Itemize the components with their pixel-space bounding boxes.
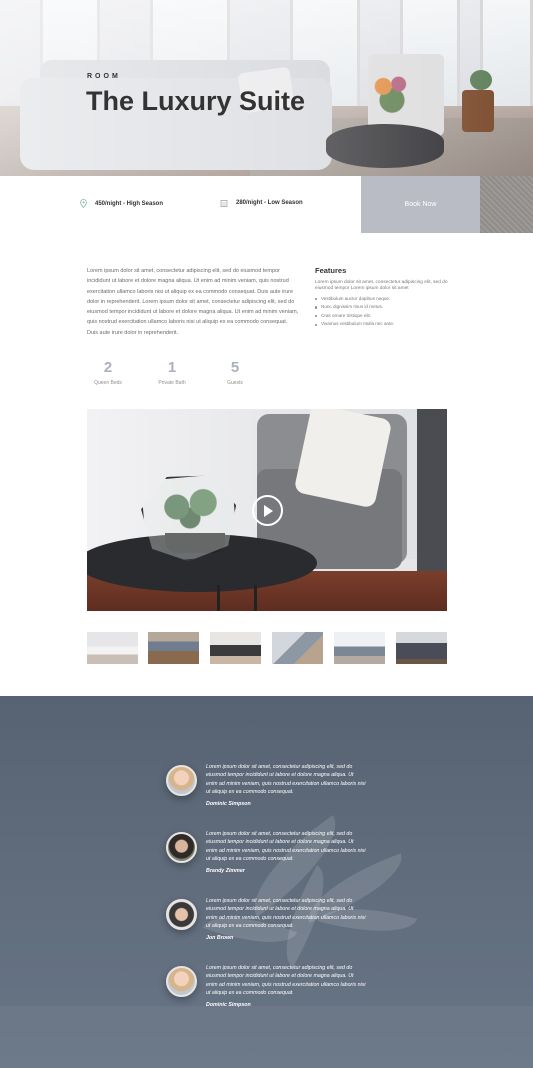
building-icon [220, 200, 228, 207]
testimonial-quote: Lorem ipsum dolor sit amet, consectetur … [206, 898, 366, 930]
testimonial-author: Dominic Simpson [206, 801, 251, 807]
features-title: Features [315, 266, 347, 275]
stat-label: Queen Beds [94, 380, 122, 386]
room-stats: 2 Queen Beds 1 Private Bath 5 Guests [87, 360, 277, 390]
gallery-thumbnail-living[interactable] [272, 632, 323, 664]
hero-eyebrow: ROOM [87, 73, 121, 80]
stat-value: 5 [230, 359, 240, 376]
testimonial: Lorem ipsum dolor sit amet, consectetur … [166, 830, 366, 890]
avatar [166, 765, 197, 796]
testimonial-quote: Lorem ipsum dolor sit amet, consectetur … [206, 831, 366, 863]
stat-label: Private Bath [158, 380, 186, 386]
gallery-thumbnail-dining[interactable] [148, 632, 199, 664]
stat-queen-beds: 2 Queen Beds [83, 359, 133, 387]
gallery-thumbnail-lounge[interactable] [334, 632, 385, 664]
room-video[interactable] [87, 409, 447, 611]
testimonial: Lorem ipsum dolor sit amet, consectetur … [166, 964, 366, 1024]
play-button[interactable] [252, 495, 283, 526]
testimonials-section: Lorem ipsum dolor sit amet, consectetur … [0, 696, 533, 1068]
stat-value: 1 [167, 359, 177, 376]
avatar [166, 966, 197, 997]
gallery-thumbnail-bedroom[interactable] [87, 632, 138, 664]
features-panel: Features Lorem ipsum dolor sit amet, con… [315, 266, 450, 329]
gallery-thumbnail-bedroom-dark[interactable] [396, 632, 447, 664]
room-description: Lorem ipsum dolor sit amet, consectetur … [87, 268, 299, 336]
list-item: Vivamus vestibulum ntulla nec ante. [315, 320, 450, 329]
features-intro: Lorem ipsum dolor sit amet, consectetur … [315, 280, 448, 292]
testimonial: Lorem ipsum dolor sit amet, consectetur … [166, 897, 366, 957]
testimonial-author: Brandy Zimmer [206, 868, 245, 874]
stat-label: Guests [227, 380, 243, 386]
testimonial-author: Jon Brown [206, 935, 234, 941]
avatar [166, 899, 197, 930]
low-season-price: 280/night - Low Season [220, 199, 303, 207]
rug-photo [480, 176, 533, 233]
book-now-block: Book Now [361, 176, 533, 233]
testimonial: Lorem ipsum dolor sit amet, consectetur … [166, 763, 366, 823]
low-season-label: 280/night - Low Season [236, 200, 303, 206]
room-page: ROOM The Luxury Suite 450/night - High S… [0, 0, 533, 1068]
stat-guests: 5 Guests [210, 359, 260, 387]
stat-value: 2 [103, 359, 113, 376]
location-pin-icon [80, 199, 87, 208]
book-now-button[interactable]: Book Now [361, 176, 480, 233]
avatar [166, 832, 197, 863]
testimonial-author: Dominic Simpson [206, 1002, 251, 1008]
hero-banner: ROOM The Luxury Suite [0, 0, 533, 176]
list-item: Cras ornare tristique elit. [315, 312, 450, 321]
gallery-thumbnail-kitchen[interactable] [210, 632, 261, 664]
list-item: Vestibulum auctor dapibus neque. [315, 295, 450, 304]
high-season-price: 450/night - High Season [80, 199, 163, 208]
testimonial-quote: Lorem ipsum dolor sit amet, consectetur … [206, 764, 366, 796]
video-table-legs [217, 585, 257, 611]
features-list: Vestibulum auctor dapibus neque. Nunc di… [315, 295, 450, 329]
page-title: The Luxury Suite [86, 86, 306, 116]
stat-private-bath: 1 Private Bath [147, 359, 197, 387]
list-item: Nunc dignissim risus id metus. [315, 303, 450, 312]
testimonial-quote: Lorem ipsum dolor sit amet, consectetur … [206, 965, 366, 997]
play-icon [263, 504, 273, 517]
high-season-label: 450/night - High Season [95, 200, 164, 207]
